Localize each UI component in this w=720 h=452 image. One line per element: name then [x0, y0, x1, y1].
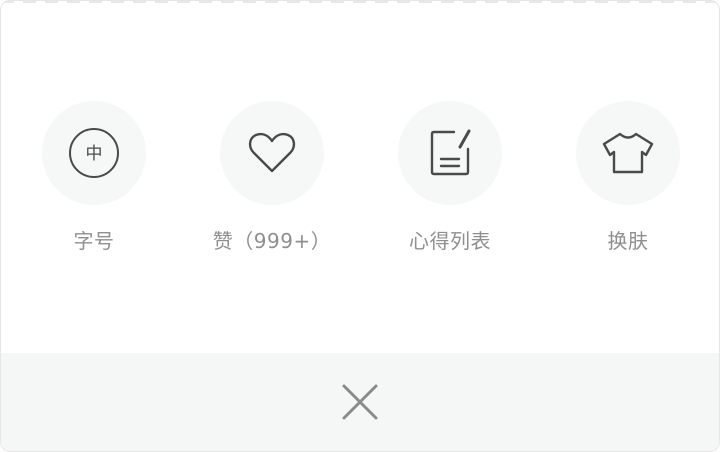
skin-option[interactable]: 换肤 [553, 101, 703, 261]
like-label: 赞（999+） [212, 229, 332, 253]
svg-text:中: 中 [86, 144, 103, 164]
notes-list-icon-circle [398, 101, 502, 205]
close-icon [342, 384, 378, 420]
notes-list-option[interactable]: 心得列表 [375, 101, 525, 261]
like-icon-circle [220, 101, 324, 205]
heart-icon [248, 132, 296, 173]
notes-list-label: 心得列表 [409, 229, 491, 253]
options-row: 中 字号 赞（999+） 心得列表 换肤 [1, 101, 719, 261]
tshirt-icon [602, 132, 654, 174]
font-size-label: 字号 [73, 229, 115, 253]
skin-label: 换肤 [607, 229, 649, 253]
font-size-icon: 中 [69, 128, 119, 178]
top-edge-divider [1, 1, 719, 3]
font-size-icon-circle: 中 [42, 101, 146, 205]
font-size-option[interactable]: 中 字号 [19, 101, 169, 261]
edit-note-icon [430, 129, 471, 176]
like-option[interactable]: 赞（999+） [197, 101, 347, 261]
share-action-sheet: 中 字号 赞（999+） 心得列表 换肤 [0, 0, 720, 452]
skin-icon-circle [576, 101, 680, 205]
close-button[interactable] [1, 353, 719, 451]
